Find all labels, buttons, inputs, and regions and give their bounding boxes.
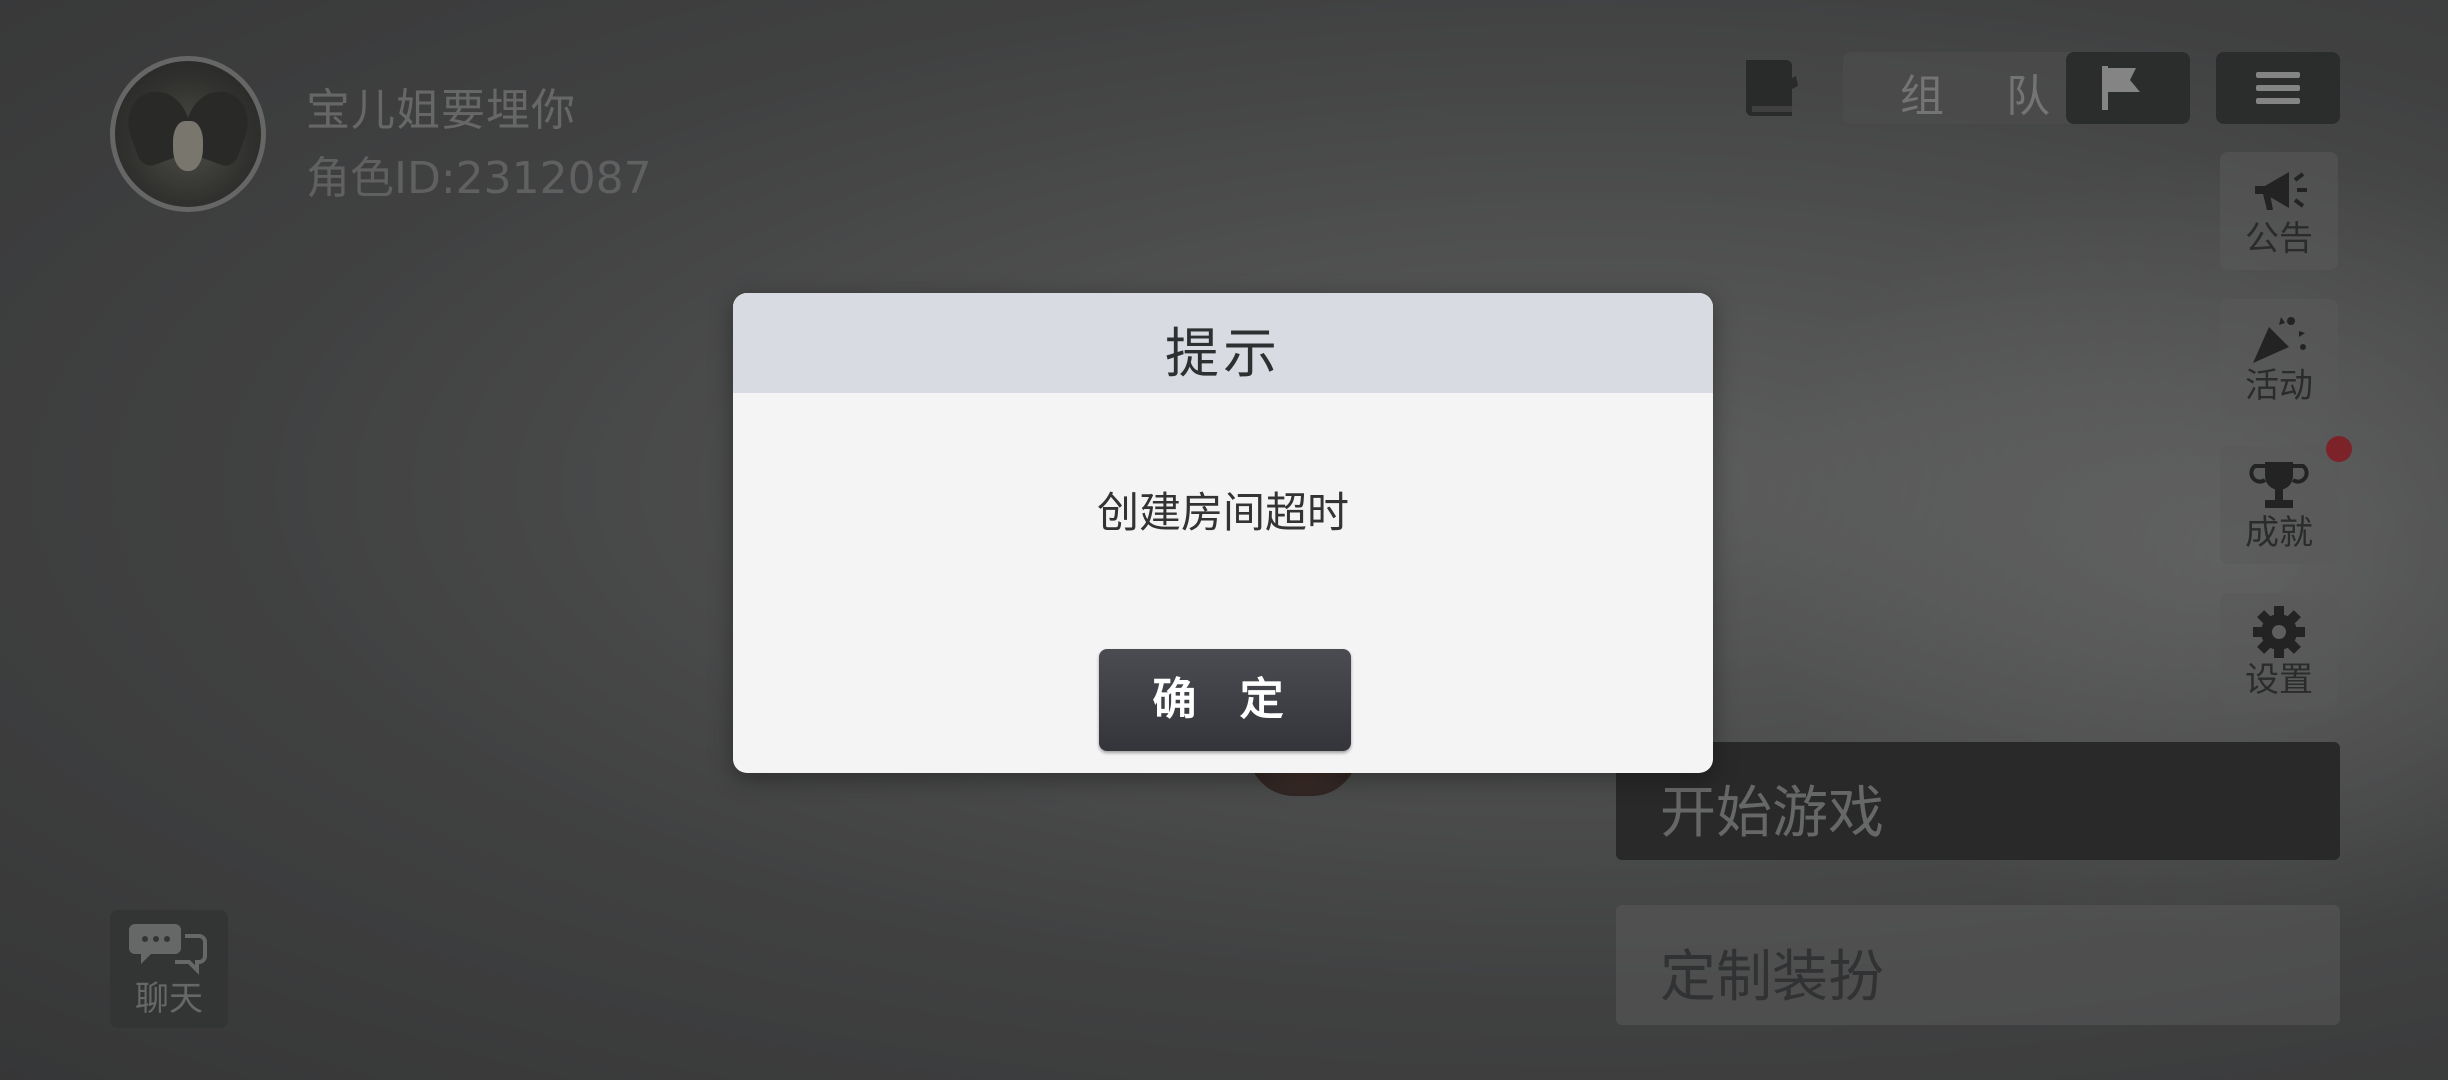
- alert-dialog: 提示 创建房间超时 确 定: [733, 293, 1713, 773]
- dialog-message: 创建房间超时: [1096, 488, 1349, 537]
- confirm-button[interactable]: 确 定: [1099, 649, 1351, 751]
- game-lobby-screen: 宝儿姐要埋你 角色ID:2312087 组 队 公告 活动 成就 设置 开始游戏…: [0, 0, 2448, 1080]
- dialog-title: 提示: [1165, 322, 1281, 385]
- confirm-label: 确 定: [1152, 674, 1298, 725]
